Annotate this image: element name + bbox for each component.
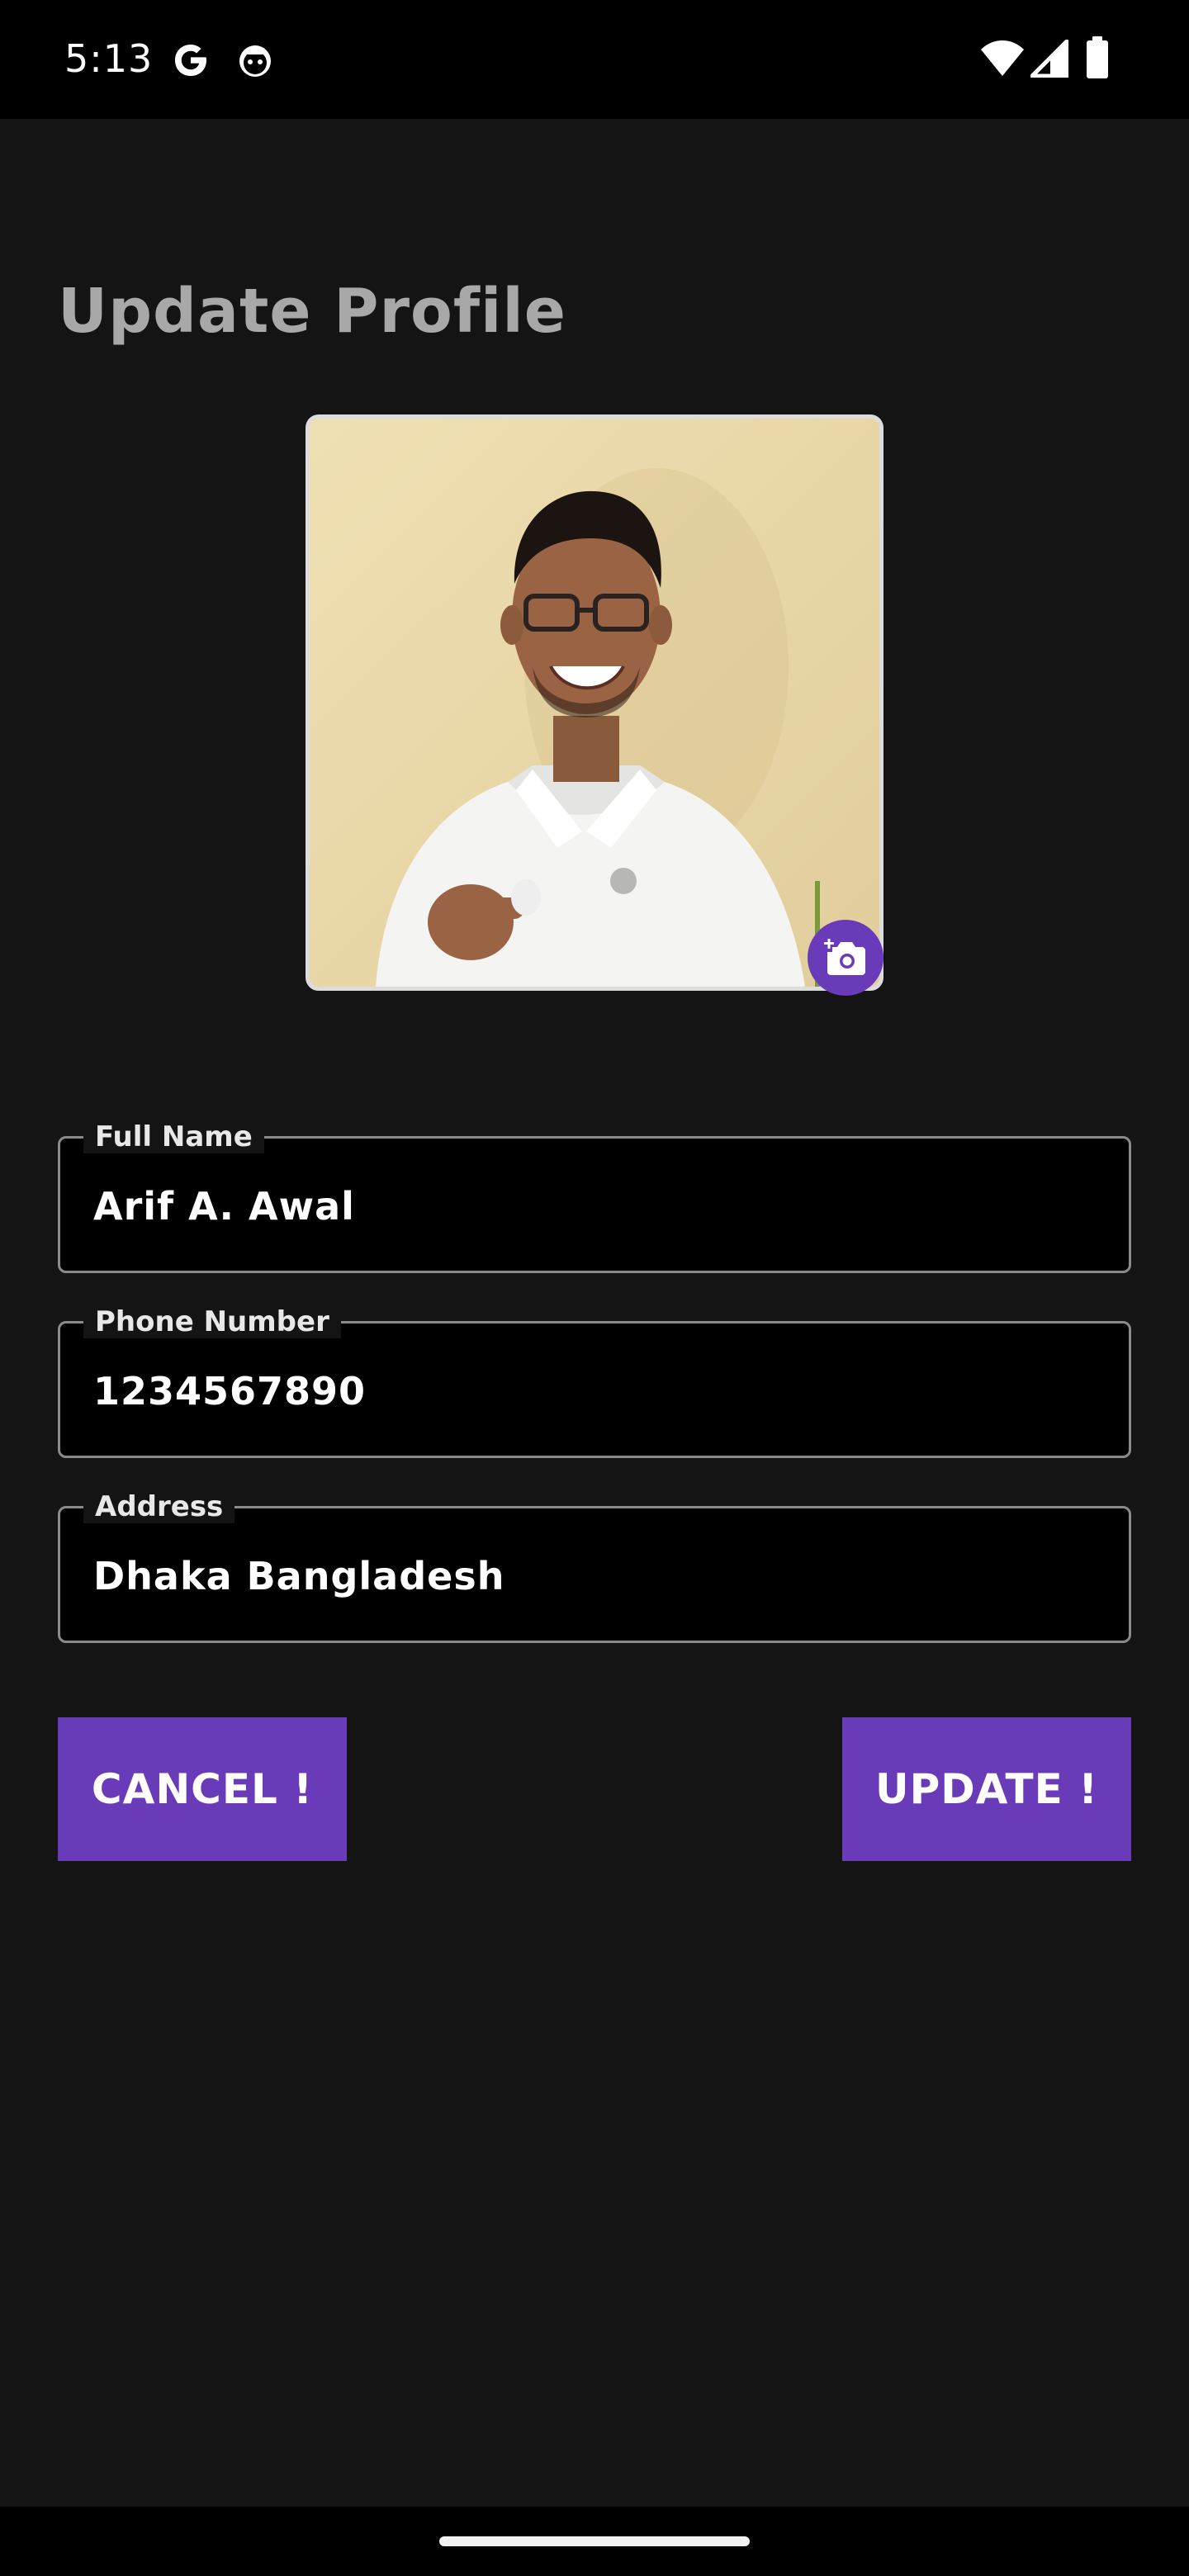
page-title: Update Profile <box>58 276 566 347</box>
update-button[interactable]: UPDATE ! <box>842 1717 1131 1861</box>
address-label: Address <box>83 1490 235 1523</box>
add-photo-camera-icon[interactable] <box>808 920 883 996</box>
phone-number-label: Phone Number <box>83 1305 341 1338</box>
status-bar: 5:13 <box>0 0 1189 119</box>
address-field[interactable]: Address <box>58 1490 1131 1643</box>
battery-icon <box>1085 36 1110 83</box>
navigation-bar <box>0 2507 1189 2576</box>
phone-number-field[interactable]: Phone Number <box>58 1305 1131 1458</box>
phone-number-input[interactable] <box>93 1366 1084 1416</box>
wifi-icon <box>979 38 1026 82</box>
full-name-label: Full Name <box>83 1120 264 1153</box>
status-time: 5:13 <box>64 36 154 81</box>
signal-icon <box>1030 39 1069 82</box>
face-icon <box>234 40 276 85</box>
address-input[interactable] <box>93 1551 1084 1601</box>
profile-photo[interactable] <box>306 414 883 991</box>
google-icon <box>170 40 211 85</box>
cancel-button[interactable]: CANCEL ! <box>58 1717 347 1861</box>
full-name-field[interactable]: Full Name <box>58 1120 1131 1273</box>
full-name-input[interactable] <box>93 1181 1084 1231</box>
home-gesture-handle[interactable] <box>439 2536 750 2546</box>
